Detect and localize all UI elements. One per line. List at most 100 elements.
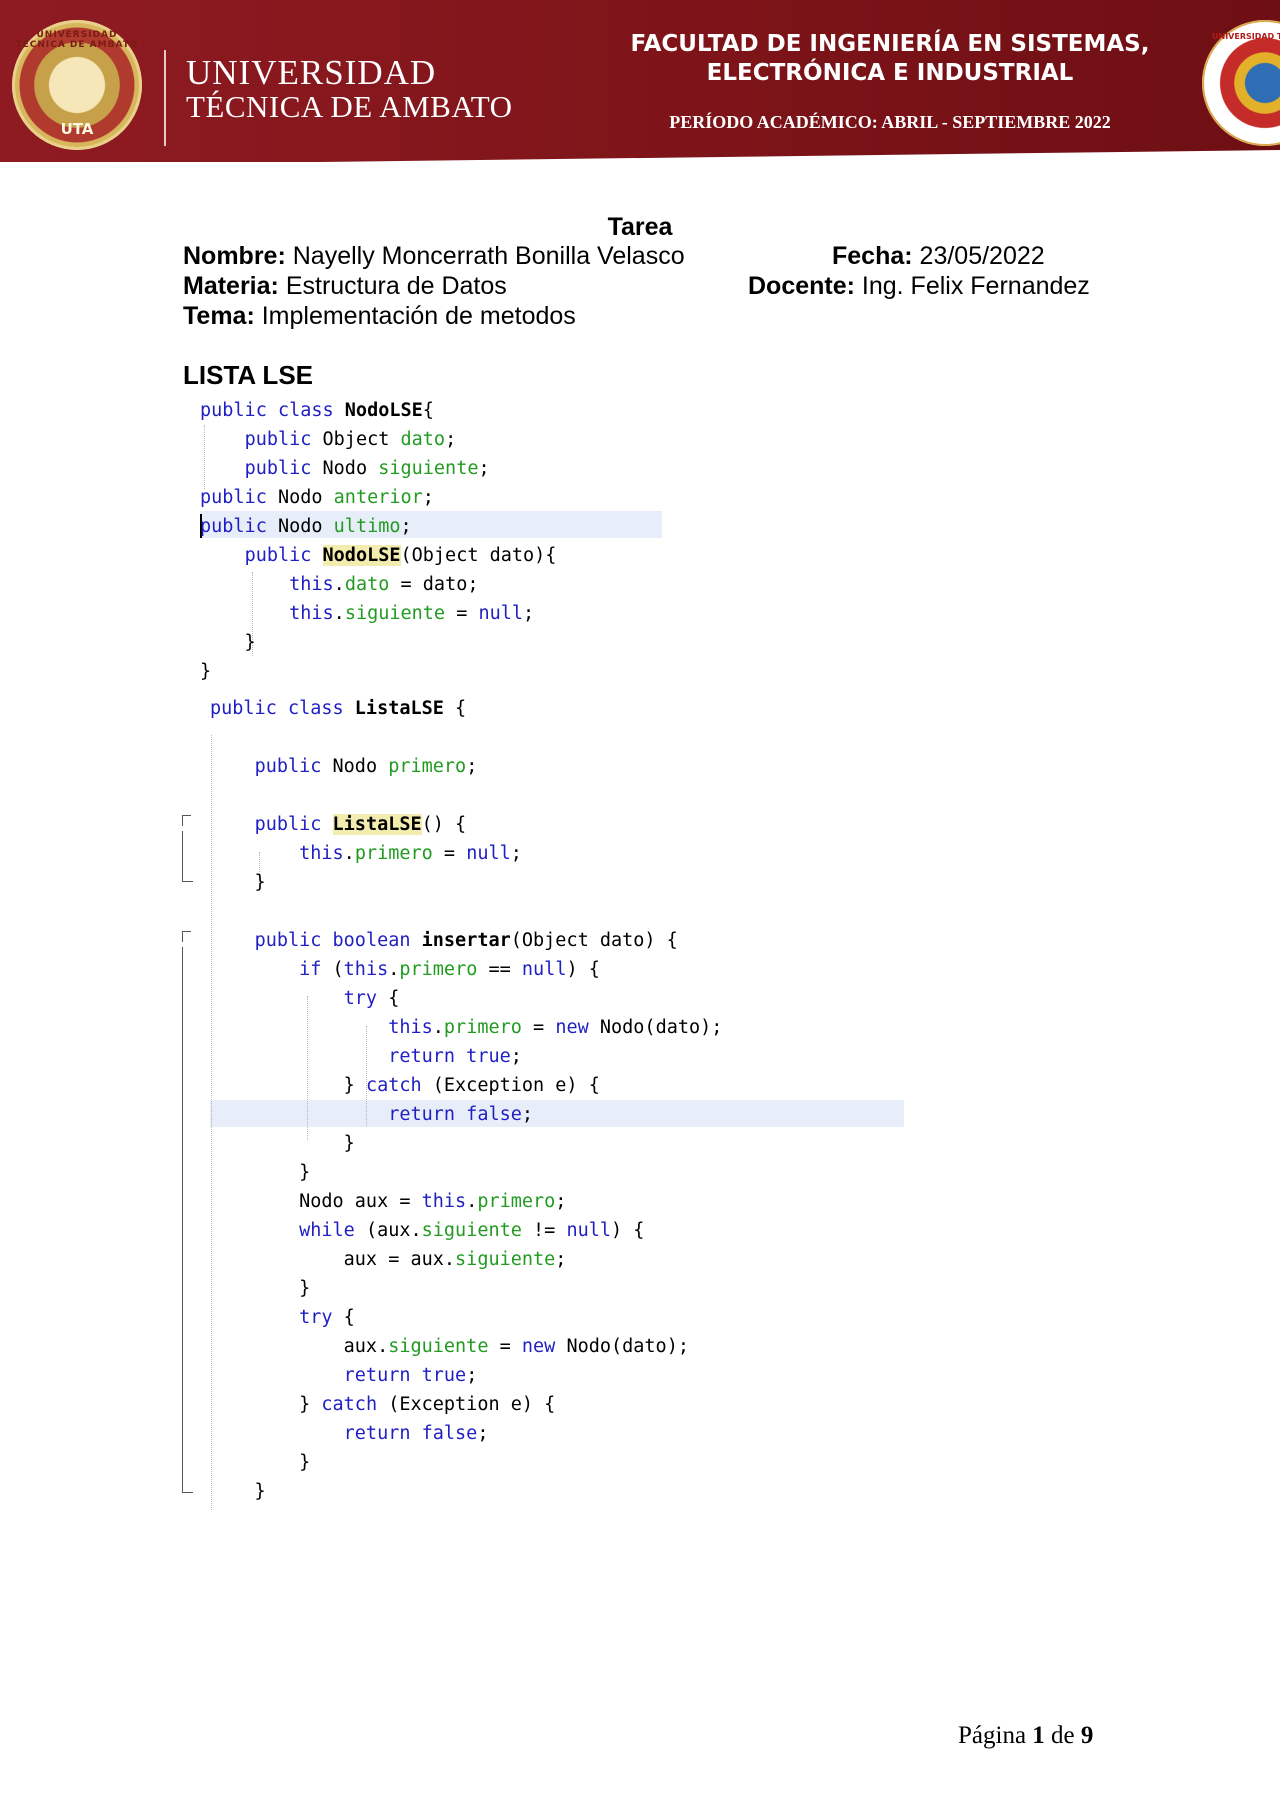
code-line: this.primero = new Nodo(dato); bbox=[210, 1013, 722, 1042]
code-token: Nodo(dato); bbox=[599, 1017, 723, 1038]
university-name: UNIVERSIDAD TÉCNICA DE AMBATO bbox=[186, 53, 513, 124]
code-token: ; bbox=[555, 1249, 567, 1270]
code-token: (Exception e) { bbox=[388, 1394, 556, 1415]
code-token: try bbox=[299, 1307, 344, 1328]
code-token: ; bbox=[510, 1046, 522, 1067]
code-token: aux. bbox=[210, 1336, 389, 1357]
code-token: ; bbox=[477, 1423, 489, 1444]
code-line: } catch (Exception e) { bbox=[210, 1390, 555, 1419]
code-token: Object bbox=[322, 429, 401, 450]
code-token: ; bbox=[466, 756, 478, 777]
university-name-line1: UNIVERSIDAD bbox=[186, 53, 437, 92]
page-current: 1 bbox=[1032, 1722, 1045, 1749]
code-token: != bbox=[521, 1220, 567, 1241]
code-token: public boolean bbox=[254, 930, 422, 951]
code-token: ; bbox=[400, 516, 412, 537]
docente-label: Docente: bbox=[748, 272, 855, 300]
document-title: Tarea bbox=[607, 213, 673, 241]
code-token: ) { bbox=[611, 1220, 645, 1241]
code-line: try { bbox=[210, 1303, 355, 1332]
code-line: public class ListaLSE { bbox=[210, 694, 466, 723]
code-token: primero bbox=[443, 1017, 522, 1038]
code-token: primero bbox=[477, 1191, 556, 1212]
code-token: (Exception e) { bbox=[432, 1075, 600, 1096]
materia-row: Materia: Estructura de Datos bbox=[183, 271, 507, 301]
code-token: this bbox=[388, 1017, 433, 1038]
code-token: Nodo bbox=[277, 487, 334, 508]
code-token: catch bbox=[365, 1075, 433, 1096]
code-token: siguiente bbox=[388, 1336, 489, 1357]
code-token: = bbox=[445, 603, 479, 624]
code-line: } bbox=[210, 1158, 310, 1187]
banner-edge bbox=[0, 150, 1280, 162]
tema-value: Implementación de metodos bbox=[254, 302, 576, 330]
code-token: { bbox=[343, 1307, 355, 1328]
code-token: while bbox=[299, 1220, 366, 1241]
code-line: aux.siguiente = new Nodo(dato); bbox=[210, 1332, 689, 1361]
page-total: 9 bbox=[1080, 1722, 1094, 1749]
code-token: aux = aux. bbox=[210, 1249, 456, 1270]
code-token: if bbox=[299, 959, 333, 980]
code-token: } bbox=[210, 1278, 311, 1299]
code-token: } bbox=[210, 1162, 311, 1183]
code-token: public bbox=[200, 516, 278, 537]
code-line: Nodo aux = this.primero; bbox=[210, 1187, 566, 1216]
code-line: return true; bbox=[210, 1042, 522, 1071]
code-line: aux = aux.siguiente; bbox=[210, 1245, 567, 1274]
code-token: } bbox=[210, 1075, 366, 1096]
code-line: public Nodo primero; bbox=[210, 752, 478, 781]
code-line: this.siguiente = null; bbox=[200, 599, 534, 628]
fecha-value: 23/05/2022 bbox=[912, 242, 1045, 270]
code-token: ultimo bbox=[333, 516, 401, 537]
docente-row: Docente: Ing. Felix Fernandez bbox=[748, 271, 1090, 301]
nombre-value: Nayelly Moncerrath Bonilla Velasco bbox=[285, 242, 685, 270]
code-token: == bbox=[477, 959, 522, 980]
code-token: ; bbox=[422, 487, 434, 508]
tema-label: Tema: bbox=[183, 302, 255, 330]
faculty-line1: FACULTAD DE INGENIERÍA EN SISTEMAS, bbox=[630, 31, 1150, 57]
code-token: . bbox=[466, 1191, 478, 1212]
code-token: public bbox=[244, 429, 323, 450]
code-token: ; bbox=[523, 603, 535, 624]
faculty-line2: ELECTRÓNICA E INDUSTRIAL bbox=[706, 60, 1074, 86]
fold-toggle-icon[interactable] bbox=[182, 815, 191, 826]
code-token: . bbox=[333, 574, 345, 595]
nombre-row: Nombre: Nayelly Moncerrath Bonilla Velas… bbox=[183, 241, 685, 271]
code-token: (aux. bbox=[365, 1220, 422, 1241]
code-line: } bbox=[210, 1448, 310, 1477]
code-token: Nodo bbox=[277, 516, 334, 537]
page-word: Página bbox=[958, 1722, 1033, 1749]
code-token: siguiente bbox=[344, 603, 446, 624]
code-token: try bbox=[343, 988, 389, 1009]
code-token: . bbox=[333, 603, 345, 624]
faculty-seal-icon: UNIVERSIDAD TÉCNICA bbox=[1202, 20, 1280, 146]
faculty-name: FACULTAD DE INGENIERÍA EN SISTEMAS, ELEC… bbox=[600, 30, 1180, 88]
fold-toggle-icon[interactable] bbox=[182, 931, 191, 942]
code-token: } bbox=[210, 1394, 322, 1415]
seal-uta-text: UTA bbox=[60, 120, 94, 138]
code-token: } bbox=[210, 872, 266, 893]
code-token: primero bbox=[354, 843, 433, 864]
code-line: public Nodo siguiente; bbox=[200, 454, 490, 483]
code-token: this bbox=[343, 959, 389, 980]
code-token: ListaLSE bbox=[354, 698, 444, 719]
code-line: if (this.primero == null) { bbox=[210, 955, 600, 984]
code-token: ; bbox=[521, 1104, 534, 1125]
code-line: while (aux.siguiente != null) { bbox=[210, 1216, 644, 1245]
code-line: public Nodo ultimo; bbox=[200, 512, 412, 541]
code-line: public NodoLSE(Object dato){ bbox=[200, 541, 556, 570]
code-token: this bbox=[421, 1191, 467, 1212]
code-line: } bbox=[210, 1477, 266, 1506]
code-token: return false bbox=[343, 1423, 478, 1444]
code-line: public boolean insertar(Object dato) { bbox=[210, 926, 678, 955]
seal-arc-text: UNIVERSIDAD TÉCNICA DE AMBATO bbox=[15, 30, 139, 50]
